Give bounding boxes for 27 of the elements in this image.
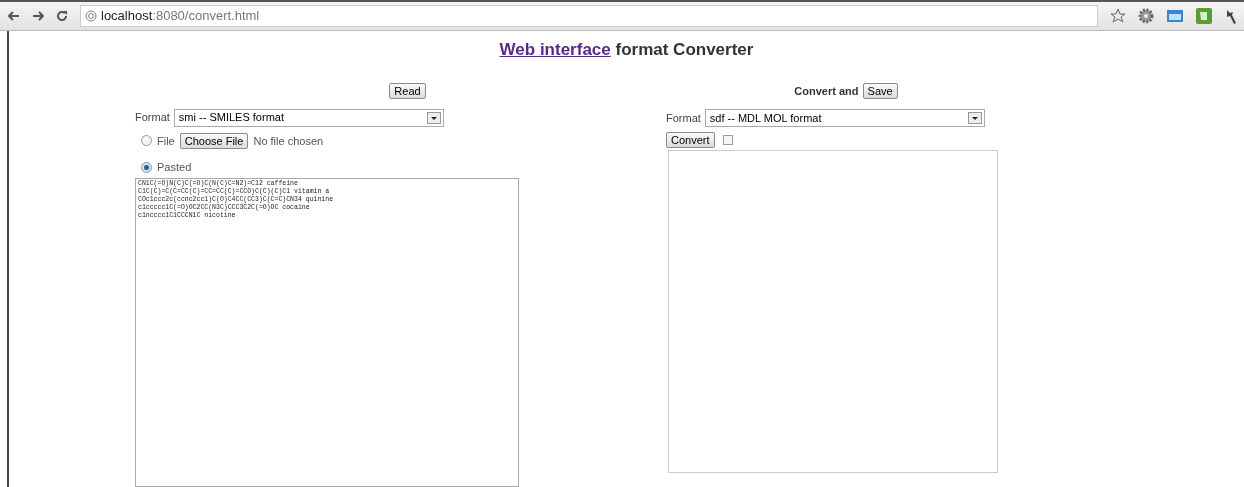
page-heading: format Converter [615, 40, 754, 59]
reload-icon[interactable] [56, 10, 68, 22]
radio-button[interactable] [141, 161, 152, 173]
save-button[interactable]: Save [862, 82, 898, 99]
window-icon[interactable] [1166, 8, 1184, 24]
star-icon[interactable] [1110, 8, 1126, 24]
address-bar[interactable]: localhost:8080/convert.html [80, 5, 1098, 27]
radio-label: File [157, 133, 175, 149]
back-arrow-icon[interactable] [8, 11, 20, 21]
heading-link[interactable]: Web interface [499, 40, 611, 59]
radio-button[interactable] [141, 135, 152, 147]
gear-icon[interactable] [1138, 8, 1154, 24]
url-text: localhost:8080/convert.html [101, 7, 260, 26]
forward-arrow-icon[interactable] [32, 11, 44, 21]
radio-label: Pasted [157, 160, 192, 175]
file-status: No file chosen [253, 133, 324, 149]
read-button[interactable]: Read [389, 82, 426, 99]
wrench-icon[interactable] [1224, 8, 1236, 24]
format-label: Format [135, 110, 170, 126]
format-select[interactable]: sdf -- MDL MOL format [704, 109, 985, 127]
checkbox[interactable] [722, 135, 733, 145]
convert-and-label: Convert and [794, 83, 859, 99]
choose-file-button[interactable]: Choose File [179, 132, 249, 149]
page-icon [85, 10, 97, 22]
convert-button[interactable]: Convert [666, 132, 715, 148]
format-label: Format [666, 110, 701, 126]
format-select[interactable]: smi -- SMILES format [173, 108, 444, 127]
